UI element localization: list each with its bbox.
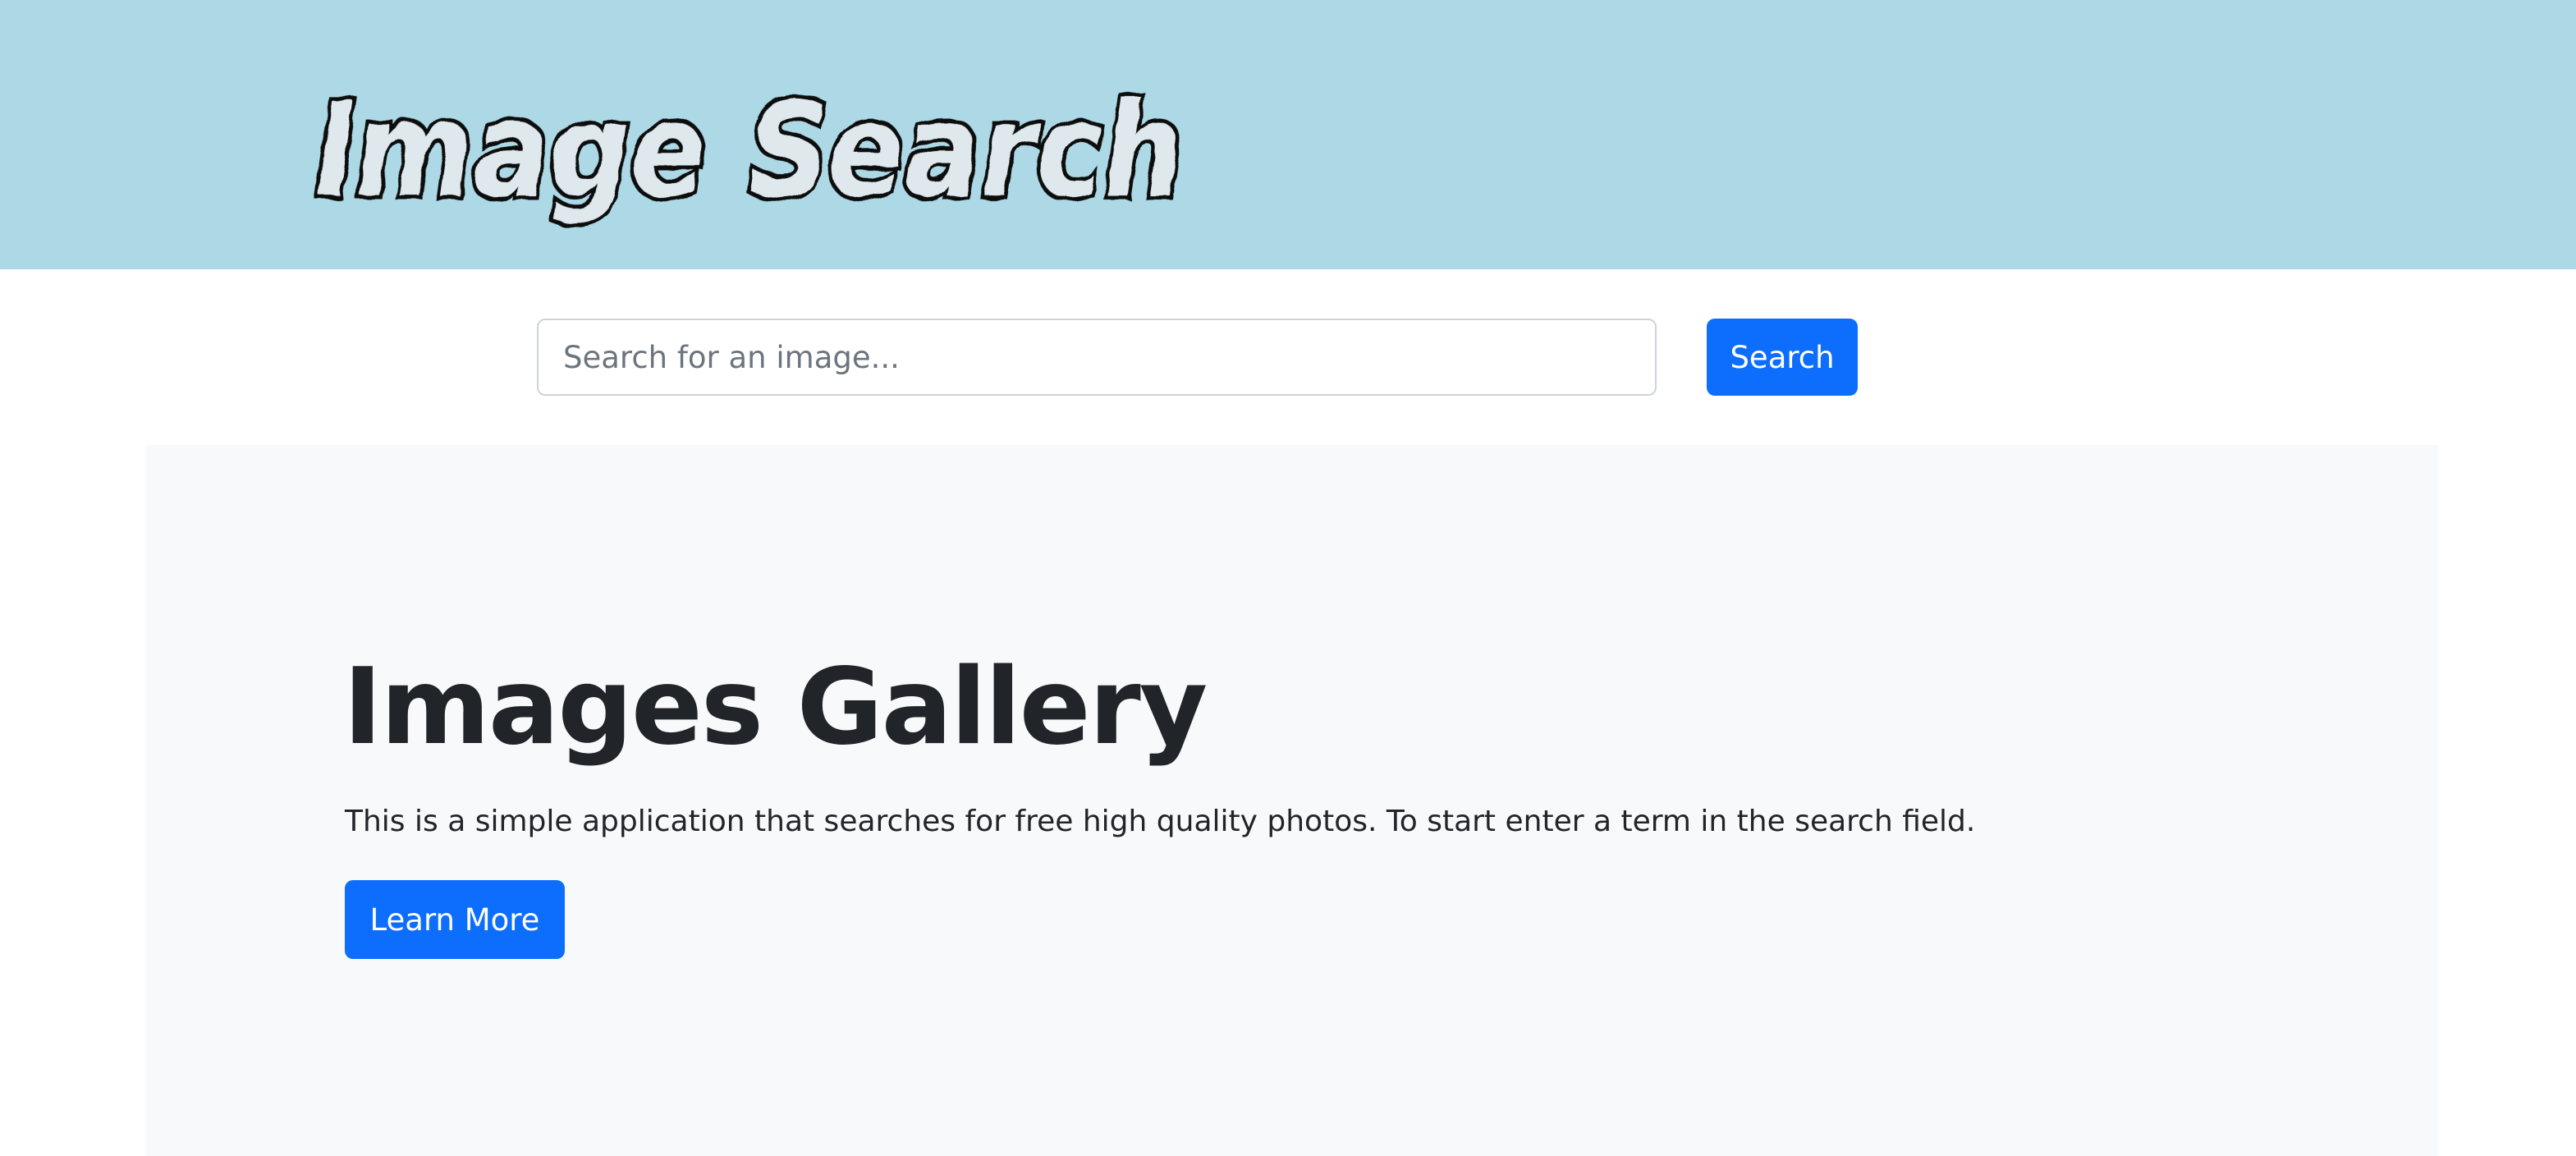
search-button[interactable]: Search — [1707, 319, 1858, 396]
search-input[interactable] — [537, 319, 1657, 396]
image-search-logo: Image Search — [304, 72, 1199, 231]
app-header: Image Search — [0, 0, 2576, 269]
learn-more-button[interactable]: Learn More — [345, 880, 565, 959]
jumbotron: Images Gallery This is a simple applicat… — [146, 445, 2438, 1156]
page-description: This is a simple application that search… — [345, 805, 1976, 838]
page-title: Images Gallery — [343, 646, 1208, 768]
logo-text: Image Search — [304, 76, 1195, 227]
search-bar: Search — [0, 269, 2576, 445]
